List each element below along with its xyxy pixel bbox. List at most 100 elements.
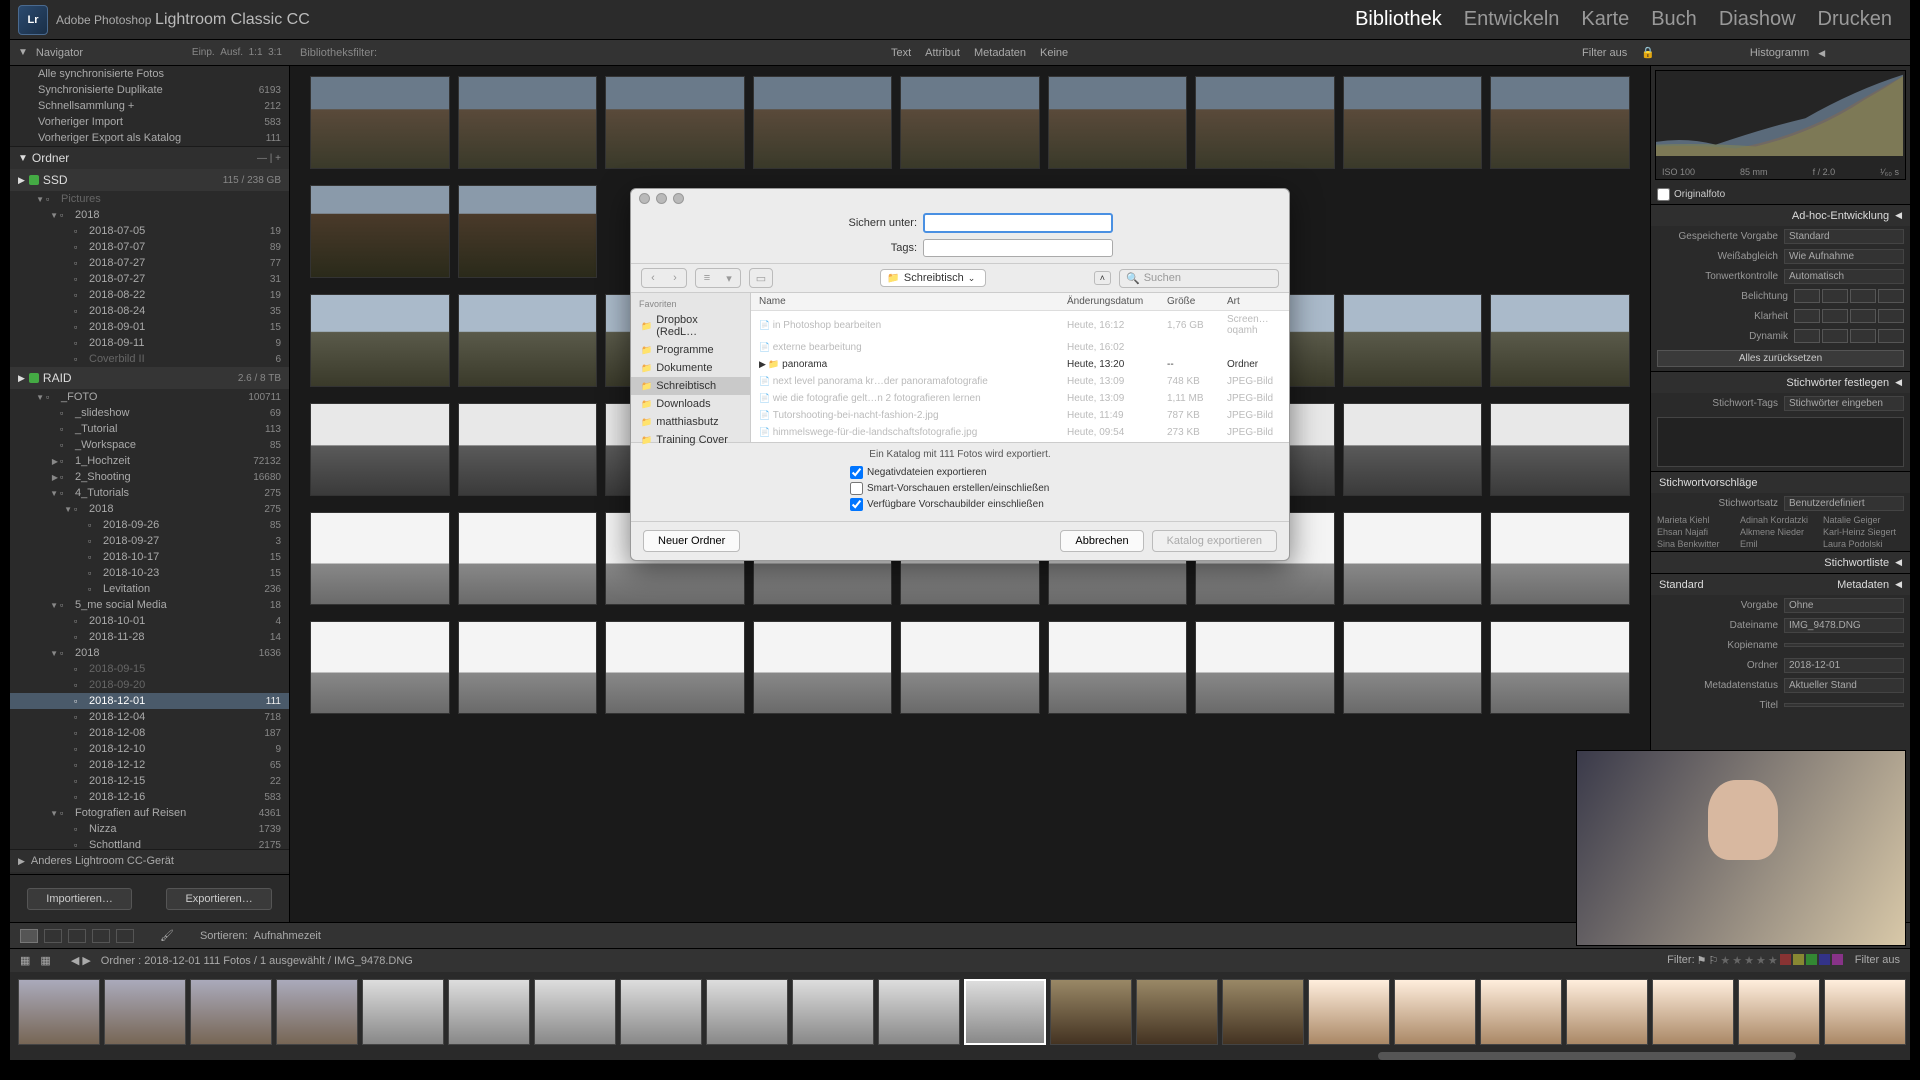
keyword-suggestion[interactable]: Adinah Kordatzki <box>1740 515 1821 525</box>
title-field[interactable] <box>1784 703 1904 707</box>
keyword-suggestion[interactable]: Marieta Kiehl <box>1657 515 1738 525</box>
color-purple[interactable] <box>1832 954 1843 965</box>
loupe-view-icon[interactable] <box>44 929 62 943</box>
folder-item[interactable]: ▫2018-08-2435 <box>10 303 289 319</box>
thumbnail[interactable] <box>605 621 745 714</box>
color-red[interactable] <box>1780 954 1791 965</box>
metadata-preset-select[interactable]: Ohne <box>1784 598 1904 613</box>
filmstrip-thumb[interactable] <box>18 979 100 1045</box>
filter-lock-icon[interactable]: 🔒 <box>1641 46 1655 59</box>
catalog-item[interactable]: Synchronisierte Duplikate6193 <box>10 82 289 98</box>
filter-attribute[interactable]: Attribut <box>925 47 960 59</box>
folder-item[interactable]: ▫2018-12-01111 <box>10 693 289 709</box>
file-row[interactable]: himmelswege-für-die-landschaftsfotografi… <box>751 424 1289 441</box>
filmstrip-thumb[interactable] <box>1824 979 1906 1045</box>
filmstrip-scrollbar[interactable] <box>10 1052 1910 1060</box>
thumbnail[interactable] <box>1048 621 1188 714</box>
expand-icon[interactable]: ˄ <box>1094 271 1111 285</box>
module-develop[interactable]: Entwickeln <box>1464 8 1560 31</box>
filmstrip-thumb[interactable] <box>1480 979 1562 1045</box>
folder-item[interactable]: ▫2018-12-16583 <box>10 789 289 805</box>
sort-select[interactable]: Aufnahmezeit <box>254 930 321 942</box>
navigator-collapse-icon[interactable]: ▼ <box>18 47 28 58</box>
filmstrip-thumb[interactable] <box>1394 979 1476 1045</box>
folder-item[interactable]: ▼▫5_me social Media18 <box>10 597 289 613</box>
module-library[interactable]: Bibliothek <box>1355 8 1442 31</box>
export-button[interactable]: Exportieren… <box>166 888 271 910</box>
filmstrip-thumb[interactable] <box>1050 979 1132 1045</box>
thumbnail[interactable] <box>1490 294 1630 387</box>
keyword-suggestion[interactable]: Ehsan Najafi <box>1657 527 1738 537</box>
filmstrip-thumb[interactable] <box>190 979 272 1045</box>
keyword-suggestion[interactable]: Laura Podolski <box>1823 539 1904 549</box>
people-view-icon[interactable] <box>116 929 134 943</box>
original-photo-checkbox[interactable] <box>1657 188 1670 201</box>
dialog-sidebar-item[interactable]: matthiasbutz <box>631 413 750 431</box>
folder-item[interactable]: ▫2018-12-1522 <box>10 773 289 789</box>
star-filter[interactable]: ★ <box>1744 954 1754 967</box>
thumbnail[interactable] <box>900 621 1040 714</box>
thumbnail[interactable] <box>1490 403 1630 496</box>
dialog-sidebar-item[interactable]: Dokumente <box>631 359 750 377</box>
star-filter[interactable]: ★ <box>1756 954 1766 967</box>
color-blue[interactable] <box>1819 954 1830 965</box>
filmstrip-thumb[interactable] <box>1222 979 1304 1045</box>
module-map[interactable]: Karte <box>1581 8 1629 31</box>
folder-item[interactable]: ▫2018-08-2219 <box>10 287 289 303</box>
dynamic-stepper[interactable] <box>1794 329 1904 343</box>
grid-view-icon[interactable] <box>20 929 38 943</box>
thumbnail[interactable] <box>1490 76 1630 169</box>
folder-item[interactable]: ▫_slideshow69 <box>10 405 289 421</box>
folder-item[interactable]: ▫2018-09-119 <box>10 335 289 351</box>
folder-item[interactable]: ▫2018-10-1715 <box>10 549 289 565</box>
thumbnail[interactable] <box>753 621 893 714</box>
thumbnail[interactable] <box>1343 512 1483 605</box>
folder-item[interactable]: ▫2018-12-1265 <box>10 757 289 773</box>
keyword-suggestion[interactable]: Emil <box>1740 539 1821 549</box>
filter-metadata[interactable]: Metadaten <box>974 47 1026 59</box>
folder-item[interactable]: ▶▫2_Shooting16680 <box>10 469 289 485</box>
import-button[interactable]: Importieren… <box>27 888 132 910</box>
dialog-sidebar-item[interactable]: Training Cover <box>631 431 750 449</box>
whitebalance-select[interactable]: Wie Aufnahme <box>1784 249 1904 264</box>
file-row[interactable]: externe bearbeitungHeute, 16:02 <box>751 339 1289 356</box>
filmstrip-thumb[interactable] <box>362 979 444 1045</box>
preset-select[interactable]: Standard <box>1784 229 1904 244</box>
tags-input[interactable] <box>923 239 1113 257</box>
filmstrip-thumb[interactable] <box>1308 979 1390 1045</box>
thumbnail[interactable] <box>900 76 1040 169</box>
folder-item[interactable]: ▫_Tutorial113 <box>10 421 289 437</box>
folder-item[interactable]: ▫2018-11-2814 <box>10 629 289 645</box>
color-green[interactable] <box>1806 954 1817 965</box>
folder-item[interactable]: ▫2018-07-2777 <box>10 255 289 271</box>
keyword-set-select[interactable]: Benutzerdefiniert <box>1784 496 1904 511</box>
thumbnail[interactable] <box>458 512 598 605</box>
filmstrip-thumb[interactable] <box>104 979 186 1045</box>
file-row[interactable]: panoramaHeute, 13:20--Ordner <box>751 356 1289 373</box>
catalog-item[interactable]: Vorheriger Export als Katalog111 <box>10 130 289 146</box>
nav-back-forward[interactable]: ‹› <box>641 268 687 288</box>
keyword-suggestion[interactable]: Sina Benkwitter <box>1657 539 1738 549</box>
thumbnail[interactable] <box>310 403 450 496</box>
thumbnail[interactable] <box>1343 621 1483 714</box>
thumbnail[interactable] <box>1048 76 1188 169</box>
filmstrip-thumb[interactable] <box>706 979 788 1045</box>
exposure-stepper[interactable] <box>1794 289 1904 303</box>
filmstrip-thumb[interactable] <box>964 979 1046 1045</box>
painter-icon[interactable]: 🖌 <box>160 929 174 942</box>
folder-item[interactable]: ▼▫Pictures <box>10 191 289 207</box>
catalog-item[interactable]: Schnellsammlung +212 <box>10 98 289 114</box>
folder-item[interactable]: ▫2018-07-2731 <box>10 271 289 287</box>
filmstrip-thumb[interactable] <box>1652 979 1734 1045</box>
module-book[interactable]: Buch <box>1651 8 1697 31</box>
view-mode-toggle[interactable]: ≡▾ <box>695 268 741 288</box>
folder-item[interactable]: ▫_Workspace85 <box>10 437 289 453</box>
folder-item[interactable]: ▼▫20181636 <box>10 645 289 661</box>
compare-view-icon[interactable] <box>68 929 86 943</box>
module-print[interactable]: Drucken <box>1818 8 1892 31</box>
file-row[interactable]: wie die fotografie gelt…n 2 fotografiere… <box>751 390 1289 407</box>
folder-item[interactable]: ▫Coverbild II6 <box>10 351 289 367</box>
drive-header[interactable]: ▶SSD115 / 238 GB <box>10 169 289 191</box>
folder-item[interactable]: ▫2018-07-0789 <box>10 239 289 255</box>
color-yellow[interactable] <box>1793 954 1804 965</box>
